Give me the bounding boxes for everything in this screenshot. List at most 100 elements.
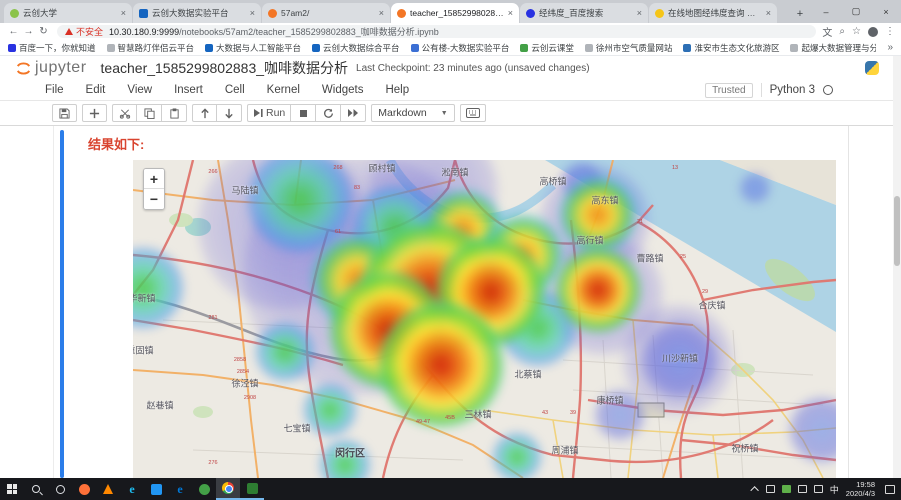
map-town-label: 华新镇 xyxy=(133,292,156,305)
add-cell-button[interactable] xyxy=(82,104,107,122)
run-cell-button[interactable]: Run xyxy=(247,104,291,122)
restart-run-all-button[interactable] xyxy=(341,104,366,122)
menu-view[interactable]: View xyxy=(116,84,163,96)
tab-close-icon[interactable]: × xyxy=(250,8,255,18)
bookmark-item[interactable]: 徐州市空气质量网站 xyxy=(585,42,673,54)
zoom-icon[interactable]: ⌕ xyxy=(839,26,845,37)
bookmark-item[interactable]: 云创大数据综合平台 xyxy=(312,42,400,54)
volume-icon[interactable] xyxy=(798,485,807,493)
app-tray-icon[interactable] xyxy=(782,485,791,493)
bookmark-star-icon[interactable]: ☆ xyxy=(852,26,861,37)
browser-tab[interactable]: teacher_1585299802883_咖啡...× xyxy=(391,3,519,23)
bookmark-item[interactable]: 起爆大数据管理与分析 xyxy=(790,42,876,54)
network-icon[interactable] xyxy=(814,485,823,493)
taskbar-cortana[interactable] xyxy=(48,478,72,500)
bookmark-item[interactable]: 云创云课堂 xyxy=(520,42,574,54)
restart-kernel-button[interactable] xyxy=(316,104,341,122)
taskbar-start[interactable] xyxy=(0,478,24,500)
close-button[interactable]: × xyxy=(871,0,901,23)
back-button[interactable]: ← xyxy=(6,26,21,37)
map-town-label: 徐泾镇 xyxy=(231,377,258,390)
menu-insert[interactable]: Insert xyxy=(163,84,214,96)
map-town-label: 闵行区 xyxy=(335,445,365,460)
cell-type-select[interactable]: Markdown ▼ xyxy=(371,104,454,122)
tab-favicon xyxy=(397,9,406,18)
forward-button[interactable]: → xyxy=(21,26,36,37)
tray-expand-icon[interactable] xyxy=(750,486,758,494)
bookmark-item[interactable]: 智慧路灯伴侣云平台 xyxy=(107,42,195,54)
interrupt-kernel-button[interactable] xyxy=(291,104,316,122)
map-zoom-out-button[interactable]: − xyxy=(144,189,164,209)
taskbar-internet-explorer[interactable]: e xyxy=(120,478,144,500)
taskbar-green-app[interactable] xyxy=(192,478,216,500)
browser-tab[interactable]: 经纬度_百度搜索× xyxy=(520,3,648,23)
tab-close-icon[interactable]: × xyxy=(766,8,771,18)
bookmark-item[interactable]: 百度一下，你就知道 xyxy=(8,42,96,54)
browser-tab[interactable]: 云创大学× xyxy=(4,3,132,23)
browser-tab[interactable]: 57am2/× xyxy=(262,3,390,23)
menu-help[interactable]: Help xyxy=(374,84,420,96)
taskbar-green-tool[interactable] xyxy=(240,478,264,500)
jupyter-logo-icon xyxy=(14,59,33,78)
bookmark-label: 起爆大数据管理与分析 xyxy=(801,42,876,54)
bookmarks-overflow-icon[interactable]: » xyxy=(887,42,893,53)
scrollbar-thumb[interactable] xyxy=(894,196,900,266)
maximize-button[interactable]: ▢ xyxy=(841,0,871,23)
map-town-label: 高桥镇 xyxy=(539,175,566,188)
copy-cell-button[interactable] xyxy=(137,104,162,122)
tab-title: 云创大数据实验平台 xyxy=(152,7,246,19)
taskbar-firefox[interactable] xyxy=(72,478,96,500)
translate-icon[interactable]: 文 xyxy=(822,24,832,39)
tab-favicon xyxy=(526,9,535,18)
tab-close-icon[interactable]: × xyxy=(637,8,642,18)
profile-avatar[interactable] xyxy=(868,27,878,37)
ime-indicator[interactable]: 中 xyxy=(830,483,839,496)
move-cell-up-button[interactable] xyxy=(192,104,217,122)
minimize-button[interactable]: – xyxy=(811,0,841,23)
map-road-number: 281 xyxy=(208,315,217,321)
reload-button[interactable]: ↻ xyxy=(36,26,51,37)
bookmark-item[interactable]: 公有楼-大数据实验平台 xyxy=(411,42,510,54)
taskbar-clock[interactable]: 19:58 2020/4/3 xyxy=(846,480,875,499)
tab-close-icon[interactable]: × xyxy=(379,8,384,18)
map-zoom-control: + − xyxy=(143,168,165,210)
map-road-number: 25 xyxy=(680,254,686,260)
menu-file[interactable]: File xyxy=(34,84,75,96)
jupyter-logo[interactable]: jupyter xyxy=(14,59,87,78)
taskbar-edge[interactable]: e xyxy=(168,478,192,500)
heatmap-output[interactable]: 马陆镇顾村镇淞南镇高桥镇高东镇高行镇曹路镇合庆镇川沙新镇祝桥镇周浦镇康桥镇北蔡镇… xyxy=(133,160,836,478)
move-cell-down-button[interactable] xyxy=(217,104,242,122)
save-button[interactable] xyxy=(52,104,77,122)
screen: 云创大学×云创大数据实验平台×57am2/×teacher_1585299802… xyxy=(0,0,901,500)
browser-menu-icon[interactable]: ⋮ xyxy=(885,26,895,37)
taskbar-search[interactable] xyxy=(24,478,48,500)
menu-edit[interactable]: Edit xyxy=(75,84,117,96)
folder-icon[interactable] xyxy=(766,485,775,493)
map-zoom-in-button[interactable]: + xyxy=(144,169,164,189)
selected-cell-indicator[interactable] xyxy=(60,130,64,478)
notification-center-icon[interactable] xyxy=(885,485,895,494)
tab-close-icon[interactable]: × xyxy=(121,8,126,18)
browser-tab[interactable]: 在线地图经纬度查询 — 经纬...× xyxy=(649,3,777,23)
taskbar-chrome[interactable] xyxy=(216,478,240,500)
paste-cell-button[interactable] xyxy=(162,104,187,122)
tab-close-icon[interactable]: × xyxy=(508,8,513,18)
menu-kernel[interactable]: Kernel xyxy=(256,84,311,96)
new-tab-button[interactable]: + xyxy=(789,5,811,23)
taskbar-vlc[interactable] xyxy=(96,478,120,500)
browser-tab[interactable]: 云创大数据实验平台 × xyxy=(133,3,261,23)
map-road-number: 2908 xyxy=(244,395,256,401)
cut-cell-button[interactable] xyxy=(112,104,137,122)
notebook-title[interactable]: teacher_1585299802883_咖啡数据分析 xyxy=(101,58,349,78)
bookmark-item[interactable]: 淮安市生态文化旅游区 xyxy=(683,42,779,54)
map-road-number: 276 xyxy=(208,460,217,466)
python-logo-icon xyxy=(865,61,879,75)
command-palette-button[interactable] xyxy=(460,104,486,122)
security-warning-label[interactable]: 不安全 xyxy=(76,25,103,38)
bookmark-item[interactable]: 大数据与人工智能平台 xyxy=(205,42,301,54)
menu-cell[interactable]: Cell xyxy=(214,84,256,96)
page-scrollbar[interactable] xyxy=(893,56,901,478)
address-bar[interactable]: 不安全 10.30.180.9:9999 /notebooks/57am2/te… xyxy=(57,25,816,38)
taskbar-blue-app[interactable] xyxy=(144,478,168,500)
menu-widgets[interactable]: Widgets xyxy=(311,84,375,96)
